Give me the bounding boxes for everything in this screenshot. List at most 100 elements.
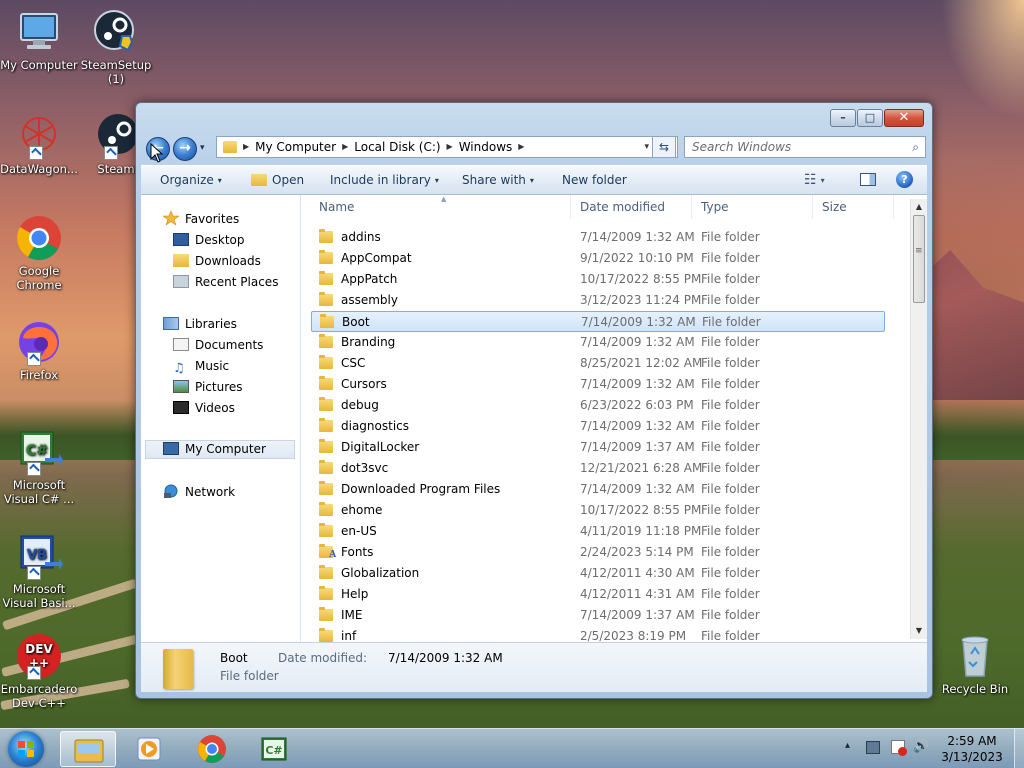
desktop-icon-visual-csharp[interactable]: C# Microsoft Visual C# ...	[0, 428, 81, 506]
file-row[interactable]: Boot 7/14/2009 1:32 AM File folder	[311, 311, 885, 332]
folder-icon	[319, 523, 333, 537]
taskbar-media-player[interactable]	[122, 731, 178, 767]
organize-button[interactable]: Organize ▾	[160, 166, 222, 195]
open-button[interactable]: Open	[251, 166, 304, 194]
search-icon[interactable]: ⌕	[912, 137, 919, 157]
network-status-icon[interactable]	[866, 741, 880, 754]
nav-recent-places[interactable]: Recent Places	[173, 274, 278, 290]
breadcrumb-windows[interactable]: Windows	[455, 137, 517, 157]
svg-text:DEV: DEV	[25, 642, 53, 656]
nav-desktop[interactable]: Desktop	[173, 232, 245, 248]
file-row[interactable]: IME 7/14/2009 1:37 AM File folder	[311, 605, 885, 626]
scrollbar-thumb[interactable]: ≡	[913, 215, 925, 303]
file-row[interactable]: Downloaded Program Files 7/14/2009 1:32 A…	[311, 479, 885, 500]
desktop-icon-steamsetup[interactable]: SteamSetup (1)	[74, 8, 158, 86]
start-button[interactable]	[8, 731, 44, 767]
devcpp-icon: DEV ++	[15, 632, 63, 680]
volume-icon[interactable]: 🔊	[913, 739, 929, 754]
file-list-pane[interactable]: Name ▲ Date modified Type Size addins 7/1…	[301, 195, 927, 642]
change-view-button[interactable]: ☷ ▾	[804, 166, 825, 195]
recent-pages-dropdown[interactable]: ▾	[200, 143, 205, 153]
file-row[interactable]: dot3svc 12/21/2021 6:28 AM File folder	[311, 458, 885, 479]
nav-music[interactable]: ♫ Music	[173, 358, 229, 375]
nav-my-computer[interactable]: My Computer	[145, 440, 295, 459]
file-date-modified: 9/1/2022 10:10 PM	[580, 251, 694, 265]
action-center-icon[interactable]	[891, 740, 907, 756]
nav-documents[interactable]: Documents	[173, 337, 263, 353]
file-name: en-US	[341, 524, 377, 538]
shortcut-arrow-icon	[29, 146, 43, 160]
desktop-icon-visual-basic[interactable]: VB Microsoft Visual Basi...	[0, 532, 81, 610]
share-with-button[interactable]: Share with ▾	[462, 166, 534, 195]
file-row[interactable]: Branding 7/14/2009 1:32 AM File folder	[311, 332, 885, 353]
search-input[interactable]: Search Windows ⌕	[684, 136, 926, 158]
nav-favorites[interactable]: Favorites	[162, 210, 239, 227]
taskbar-explorer[interactable]	[60, 731, 116, 767]
breadcrumb-separator-icon[interactable]: ▶	[241, 137, 251, 157]
breadcrumb-local-disk[interactable]: Local Disk (C:)	[350, 137, 444, 157]
file-row[interactable]: inf 2/5/2023 8:19 PM File folder	[311, 626, 885, 642]
details-date-value: 7/14/2009 1:32 AM	[388, 651, 503, 665]
scroll-up-icon[interactable]: ▲	[911, 199, 927, 215]
file-row[interactable]: ehome 10/17/2022 8:55 PM File folder	[311, 500, 885, 521]
nav-videos[interactable]: Videos	[173, 400, 235, 416]
taskbar-visual-csharp[interactable]: C#	[246, 731, 302, 767]
file-row[interactable]: debug 6/23/2022 6:03 PM File folder	[311, 395, 885, 416]
desktop-icon-datawagon[interactable]: DataWagon...	[0, 112, 81, 176]
maximize-button[interactable]: □	[857, 109, 883, 127]
address-dropdown-icon[interactable]: ▾	[644, 137, 649, 157]
explorer-window[interactable]: – □ ✕ ← → ▾ ▶ My Computer ▶ Local Disk (C:) ▶ W…	[135, 102, 933, 699]
file-row[interactable]: AppPatch 10/17/2022 8:55 PM File folder	[311, 269, 885, 290]
file-row[interactable]: Cursors 7/14/2009 1:32 AM File folder	[311, 374, 885, 395]
include-in-library-button[interactable]: Include in library ▾	[330, 166, 439, 195]
file-row[interactable]: A Fonts 2/24/2023 5:14 PM File folder	[311, 542, 885, 563]
breadcrumb-separator-icon[interactable]: ▶	[340, 137, 350, 157]
minimize-button[interactable]: –	[830, 109, 856, 127]
desktop-icon-chrome[interactable]: Google Chrome	[0, 214, 81, 292]
desktop-icon-firefox[interactable]: Firefox	[0, 318, 81, 382]
preview-pane-button[interactable]	[860, 173, 876, 186]
file-row[interactable]: AppCompat 9/1/2022 10:10 PM File folder	[311, 248, 885, 269]
include-in-library-label: Include in library	[330, 173, 431, 187]
desktop-icon-recycle-bin[interactable]: Recycle Bin	[933, 632, 1017, 696]
file-type: File folder	[702, 315, 761, 329]
file-row[interactable]: en-US 4/11/2019 11:18 PM File folder	[311, 521, 885, 542]
column-header-type[interactable]: Type	[693, 195, 813, 219]
file-date-modified: 12/21/2021 6:28 AM	[580, 461, 703, 475]
file-row[interactable]: CSC 8/25/2021 12:02 AM File folder	[311, 353, 885, 374]
column-header-date-modified[interactable]: Date modified	[572, 195, 692, 219]
help-button[interactable]: ?	[896, 171, 913, 188]
close-button[interactable]: ✕	[884, 109, 924, 127]
show-hidden-icons-button[interactable]: ▴	[845, 740, 850, 751]
system-clock[interactable]: 2:59 AM 3/13/2023	[940, 733, 1004, 765]
file-row[interactable]: Help 4/12/2011 4:31 AM File folder	[311, 584, 885, 605]
file-row[interactable]: Globalization 4/12/2011 4:30 AM File folde…	[311, 563, 885, 584]
breadcrumb-my-computer[interactable]: My Computer	[251, 137, 340, 157]
file-row[interactable]: diagnostics 7/14/2009 1:32 AM File folder	[311, 416, 885, 437]
file-row[interactable]: assembly 3/12/2023 11:24 PM File folder	[311, 290, 885, 311]
new-folder-button[interactable]: New folder	[562, 166, 627, 194]
nav-libraries[interactable]: Libraries	[163, 316, 237, 332]
refresh-button[interactable]: ⇆	[652, 136, 676, 158]
command-bar: Organize ▾ Open Include in library ▾ Share…	[141, 165, 927, 195]
computer-icon	[163, 442, 179, 455]
breadcrumb-separator-icon[interactable]: ▶	[516, 137, 526, 157]
nav-network[interactable]: Network	[163, 484, 235, 500]
file-type: File folder	[701, 419, 760, 433]
address-bar[interactable]: ▶ My Computer ▶ Local Disk (C:) ▶ Windows ▶ ▾	[216, 136, 678, 158]
file-row[interactable]: addins 7/14/2009 1:32 AM File folder	[311, 227, 885, 248]
nav-downloads[interactable]: Downloads	[173, 253, 261, 269]
forward-button[interactable]: →	[173, 137, 197, 161]
taskbar-chrome[interactable]	[184, 731, 240, 767]
desktop-icon-my-computer[interactable]: My Computer	[0, 8, 81, 72]
folder-icon	[319, 250, 333, 264]
column-header-size[interactable]: Size	[814, 195, 894, 219]
show-desktop-button[interactable]	[1014, 729, 1024, 768]
scroll-down-icon[interactable]: ▼	[911, 623, 927, 639]
file-row[interactable]: DigitalLocker 7/14/2009 1:37 AM File folde…	[311, 437, 885, 458]
nav-pictures[interactable]: Pictures	[173, 379, 243, 395]
vertical-scrollbar[interactable]: ▲ ≡ ▼	[910, 199, 927, 639]
file-type: File folder	[701, 293, 760, 307]
desktop-icon-devcpp[interactable]: DEV ++ Embarcadero Dev-C++	[0, 632, 81, 710]
breadcrumb-separator-icon[interactable]: ▶	[445, 137, 455, 157]
